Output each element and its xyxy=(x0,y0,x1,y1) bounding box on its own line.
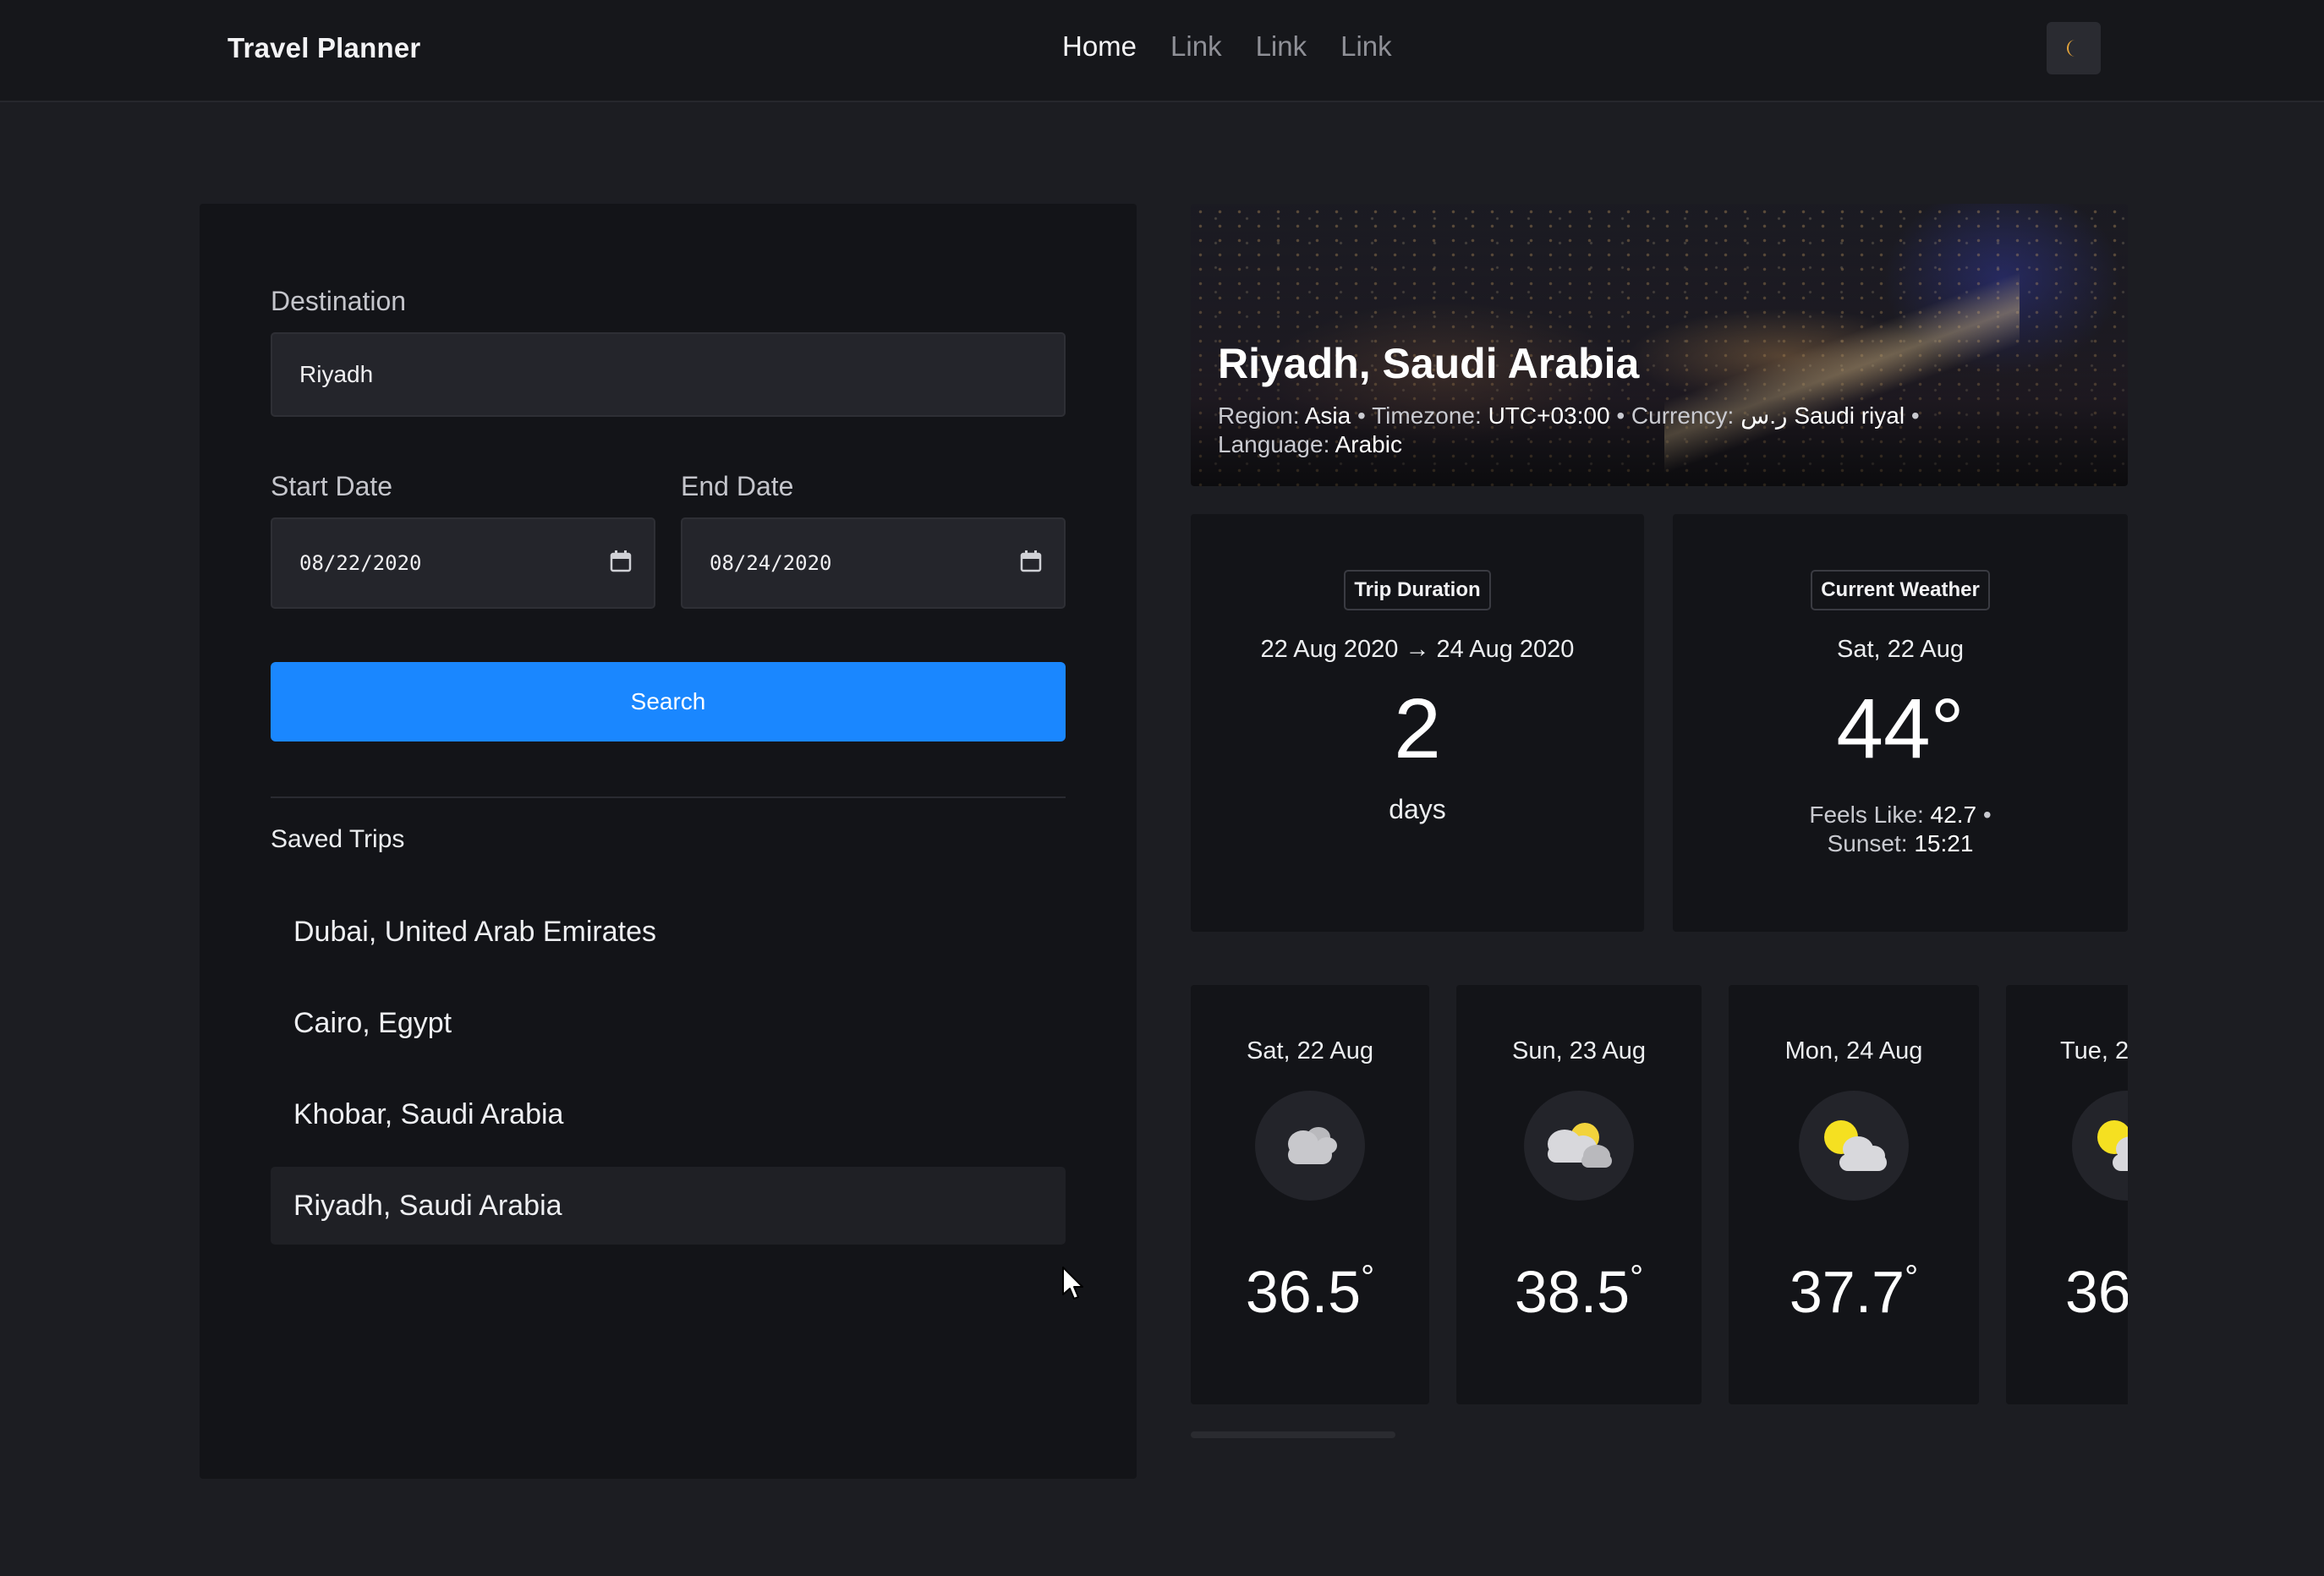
forecast-date: Tue, 2 xyxy=(2060,1037,2128,1064)
mouse-cursor-icon xyxy=(1062,1267,1083,1300)
calendar-icon[interactable] xyxy=(1020,550,1042,573)
forecast-temp: 38.5° xyxy=(1514,1259,1644,1325)
search-panel: Destination Riyadh Start Date 08/22/2020… xyxy=(200,204,1137,1479)
navbar: Travel Planner Home Link Link Link xyxy=(0,0,2324,102)
start-date-label: Start Date xyxy=(271,471,393,501)
moon-icon xyxy=(2067,40,2075,57)
sun-behind-cloud-icon xyxy=(2072,1091,2128,1201)
forecast-temp: 37.7° xyxy=(1789,1259,1919,1325)
destination-title: Riyadh, Saudi Arabia xyxy=(1218,340,1640,387)
cloud-icon xyxy=(1255,1091,1365,1201)
trip-duration-value: 2 xyxy=(1394,681,1441,776)
forecast-card[interactable]: Mon, 24 Aug 37.7° xyxy=(1729,985,1979,1404)
weather-details: Feels Like: 42.7 • Sunset: 15:21 xyxy=(1809,802,1992,856)
end-date-value: 08/24/2020 xyxy=(710,551,832,575)
trip-duration-card: Trip Duration 22 Aug 2020 → 24 Aug 2020 … xyxy=(1191,514,1644,932)
current-weather-date: Sat, 22 Aug xyxy=(1837,636,1964,663)
nav-link-1[interactable]: Link xyxy=(1170,30,1222,63)
calendar-icon[interactable] xyxy=(610,550,632,573)
current-temperature: 44° xyxy=(1836,681,1965,776)
destination-hero: Riyadh, Saudi Arabia Region: Asia • Time… xyxy=(1191,204,2128,486)
trip-duration-unit: days xyxy=(1389,794,1446,824)
saved-trip-item[interactable]: Khobar, Saudi Arabia xyxy=(271,1075,1066,1153)
language-value: Arabic xyxy=(1335,431,1402,457)
destination-label: Destination xyxy=(271,286,407,316)
forecast-temp: 36.5° xyxy=(1245,1259,1375,1325)
partly-cloudy-icon xyxy=(1524,1091,1634,1201)
currency-value: ر.س Saudi riyal xyxy=(1740,402,1905,429)
forecast-date: Sat, 22 Aug xyxy=(1247,1037,1373,1064)
destination-input[interactable]: Riyadh xyxy=(271,332,1066,417)
feels-like-value: 42.7 xyxy=(1930,802,1977,828)
start-date-input[interactable]: 08/22/2020 xyxy=(271,517,655,609)
theme-toggle-button[interactable] xyxy=(2047,22,2101,74)
nav-link-3[interactable]: Link xyxy=(1340,30,1392,63)
trip-duration-badge: Trip Duration xyxy=(1344,570,1491,610)
forecast-date: Sun, 23 Aug xyxy=(1511,1037,1647,1064)
end-date-label: End Date xyxy=(681,471,794,501)
saved-trip-item[interactable]: Cairo, Egypt xyxy=(271,984,1066,1062)
destination-meta: Region: Asia • Timezone: UTC+03:00 • Cur… xyxy=(1218,402,1920,457)
timezone-value: UTC+03:00 xyxy=(1488,402,1610,429)
saved-trip-item[interactable]: Dubai, United Arab Emirates xyxy=(271,893,1066,971)
saved-trips-title: Saved Trips xyxy=(271,825,405,853)
forecast-scroller[interactable]: Sat, 22 Aug 36.5° Sun, 23 Aug 38.5° Mon,… xyxy=(1191,985,2128,1404)
end-date-input[interactable]: 08/24/2020 xyxy=(681,517,1066,609)
region-value: Asia xyxy=(1304,402,1351,429)
sun-behind-cloud-icon xyxy=(1799,1091,1909,1201)
nav-links: Home Link Link Link xyxy=(1062,30,1392,63)
saved-trip-item-selected[interactable]: Riyadh, Saudi Arabia xyxy=(271,1167,1066,1245)
forecast-date: Mon, 24 Aug xyxy=(1784,1037,1923,1064)
nav-link-2[interactable]: Link xyxy=(1256,30,1307,63)
forecast-scrollbar[interactable] xyxy=(1191,1431,1395,1438)
search-button[interactable]: Search xyxy=(271,662,1066,741)
forecast-temp: 36 xyxy=(2065,1259,2128,1325)
sunset-value: 15:21 xyxy=(1914,830,1974,856)
destination-input-value: Riyadh xyxy=(299,361,374,387)
trip-date-range: 22 Aug 2020 → 24 Aug 2020 xyxy=(1260,636,1575,663)
start-date-value: 08/22/2020 xyxy=(299,551,422,575)
divider xyxy=(271,796,1066,798)
brand-title[interactable]: Travel Planner xyxy=(227,32,420,64)
forecast-card[interactable]: Sat, 22 Aug 36.5° xyxy=(1191,985,1429,1404)
forecast-card[interactable]: Sun, 23 Aug 38.5° xyxy=(1456,985,1702,1404)
current-weather-badge: Current Weather xyxy=(1811,570,1990,610)
forecast-card[interactable]: Tue, 2 36 xyxy=(2006,985,2128,1404)
current-weather-card: Current Weather Sat, 22 Aug 44° Feels Li… xyxy=(1673,514,2128,932)
nav-link-home[interactable]: Home xyxy=(1062,30,1137,63)
